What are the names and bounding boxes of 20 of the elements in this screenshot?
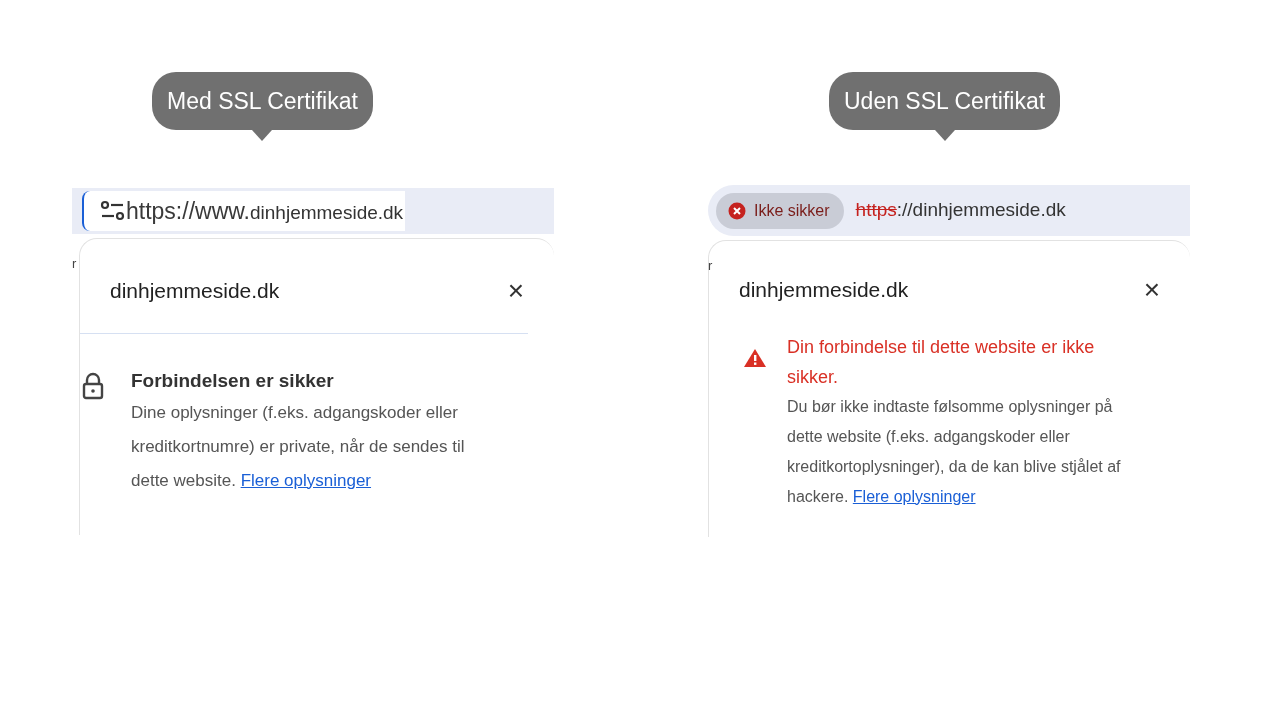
description-text: Du bør ikke indtaste følsomme oplysninger på dette website (f.eks. adgangskoder eller kreditkortoplysninger), da de kan blive stjålet af hackere. Flere oplysninger: [787, 396, 1122, 507]
popup-title: dinhjemmeside.dk: [739, 277, 909, 303]
close-button[interactable]: ×: [1143, 275, 1160, 304]
warning-icon: [743, 347, 767, 368]
cut-off-letter: r: [708, 257, 713, 275]
address-bar[interactable]: Ikke sikker https://dinhjemmeside.dk: [708, 185, 1190, 236]
cut-off-letter: r: [72, 255, 77, 273]
more-info-link[interactable]: Flere oplysninger: [852, 487, 976, 505]
error-icon: [728, 201, 746, 220]
site-settings-icon[interactable]: [100, 200, 126, 222]
status-heading: Forbindelsen er sikker: [131, 368, 335, 393]
warning-heading: Din forbindelse til dette website er ikke sikker.: [787, 335, 1096, 389]
description-text: Dine oplysninger (f.eks. adgangskoder eller kreditkortnumre) er private, når de sendes til dette website. Flere oplysninger: [131, 401, 466, 492]
close-button[interactable]: ×: [507, 276, 524, 305]
address-bar[interactable]: https://www.dinhjemmeside.dk: [72, 188, 554, 234]
url-text[interactable]: https://dinhjemmeside.dk: [855, 196, 1066, 225]
more-info-link[interactable]: Flere oplysninger: [240, 470, 372, 490]
popup-title: dinhjemmeside.dk: [110, 278, 280, 304]
not-secure-chip[interactable]: Ikke sikker: [716, 192, 844, 229]
lock-icon: [82, 371, 104, 400]
